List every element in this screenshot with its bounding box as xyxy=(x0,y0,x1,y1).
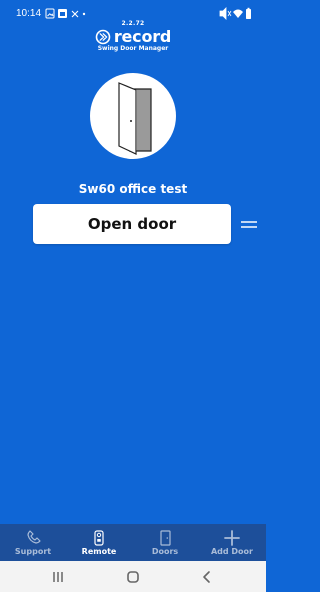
phone-icon xyxy=(27,530,41,544)
brand-subtitle: Swing Door Manager xyxy=(97,45,169,52)
nav-add-door[interactable]: Add Door xyxy=(198,524,266,561)
door-name: Sw60 office test xyxy=(78,182,188,196)
door-icon xyxy=(160,530,171,546)
brand-name: record xyxy=(113,27,172,46)
drag-handle-icon[interactable] xyxy=(241,219,257,229)
open-door-button[interactable]: Open door xyxy=(33,204,231,244)
plus-icon xyxy=(224,530,240,546)
recent-apps-icon[interactable] xyxy=(49,569,67,585)
bottom-navigation: Support Remote Doors Add Door xyxy=(0,524,266,561)
app-version: 2.2.72 xyxy=(121,20,145,27)
home-icon[interactable] xyxy=(124,569,142,585)
remote-icon xyxy=(94,530,104,546)
open-door-icon xyxy=(118,82,152,155)
nav-support[interactable]: Support xyxy=(0,524,66,561)
missed-call-icon xyxy=(71,10,79,18)
brand-logo: record xyxy=(0,28,266,46)
back-icon[interactable] xyxy=(198,569,216,585)
nav-remote-label: Remote xyxy=(81,547,117,556)
nav-support-label: Support xyxy=(14,547,52,556)
status-time: 10:14 xyxy=(16,8,42,19)
nav-doors[interactable]: Doors xyxy=(132,524,198,561)
battery-icon xyxy=(246,9,251,19)
record-logo-icon xyxy=(95,29,111,45)
nav-remote[interactable]: Remote xyxy=(66,524,132,561)
mute-icon xyxy=(219,7,232,20)
android-system-navigation xyxy=(0,561,266,592)
status-notification-icons xyxy=(45,8,86,19)
nav-doors-label: Doors xyxy=(151,547,179,556)
nav-add-door-label: Add Door xyxy=(210,547,253,556)
notification-dot-icon xyxy=(82,12,86,16)
status-system-icons xyxy=(219,7,251,20)
wifi-icon xyxy=(233,9,243,18)
